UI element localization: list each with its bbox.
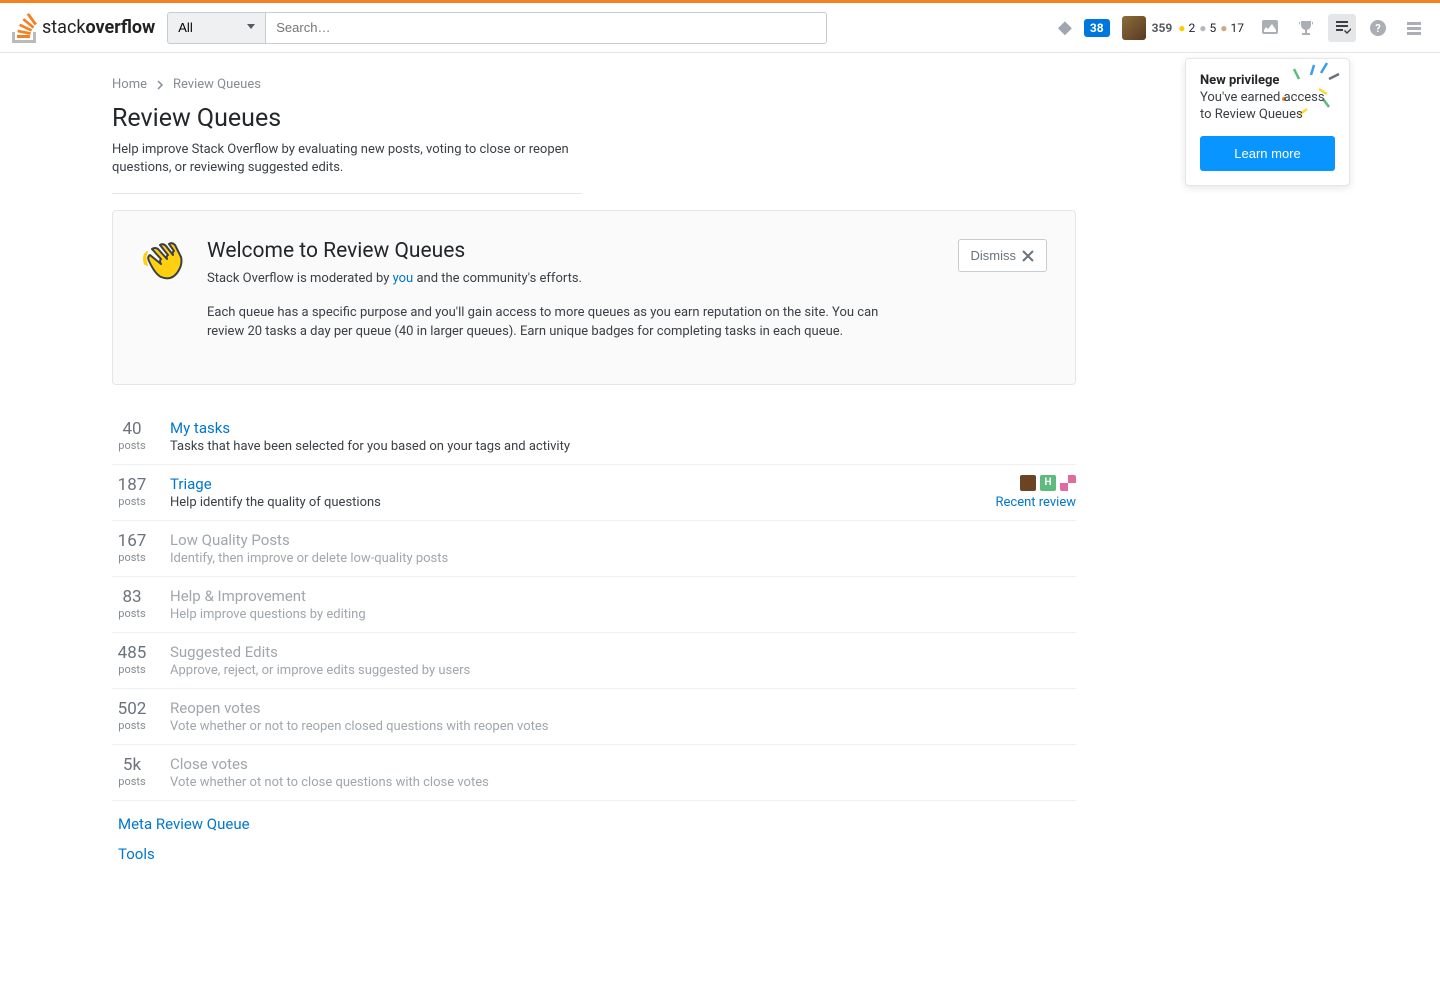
queue-desc: Vote whether ot not to close questions w… (170, 775, 1076, 790)
queue-count: 485 (112, 643, 152, 663)
queue-title[interactable]: Triage (170, 475, 978, 493)
recent-review-link[interactable]: Recent review (996, 495, 1076, 510)
queue-title: Suggested Edits (170, 643, 1076, 661)
dismiss-button[interactable]: Dismiss (958, 239, 1048, 272)
queue-row: 83 posts Help & Improvement Help improve… (112, 577, 1076, 633)
queue-title: Help & Improvement (170, 587, 1076, 605)
inbox-icon[interactable] (1256, 14, 1284, 42)
breadcrumb-current: Review Queues (173, 77, 261, 92)
queue-list: 40 posts My tasks Tasks that have been s… (112, 409, 1076, 801)
review-icon[interactable] (1328, 14, 1356, 42)
queue-desc: Help identify the quality of questions (170, 495, 978, 510)
diamond-icon[interactable]: ◆ (1058, 17, 1072, 38)
popup-title: New privilege (1200, 73, 1335, 88)
queue-count: 5k (112, 755, 152, 775)
queue-count: 502 (112, 699, 152, 719)
queue-row[interactable]: 187 posts Triage Help identify the quali… (112, 465, 1076, 521)
learn-more-button[interactable]: Learn more (1200, 136, 1335, 171)
queue-row[interactable]: 40 posts My tasks Tasks that have been s… (112, 409, 1076, 465)
welcome-box: Welcome to Review Queues Stack Overflow … (112, 210, 1076, 385)
page-title: Review Queues (112, 104, 1076, 133)
search-input[interactable] (265, 12, 827, 44)
welcome-intro: Stack Overflow is moderated by you and t… (207, 269, 887, 289)
profile-link[interactable]: 359 ● 2 ● 5 ● 17 (1122, 16, 1244, 40)
queue-desc: Vote whether or not to reopen closed que… (170, 719, 1076, 734)
stackoverflow-icon (12, 13, 38, 43)
tools-link[interactable]: Tools (118, 839, 1076, 869)
queue-title[interactable]: My tasks (170, 419, 1076, 437)
welcome-body: Each queue has a specific purpose and yo… (207, 303, 887, 342)
reputation: 359 (1152, 21, 1173, 35)
queue-title: Reopen votes (170, 699, 1076, 717)
menu-icon[interactable] (1400, 14, 1428, 42)
queue-row: 167 posts Low Quality Posts Identify, th… (112, 521, 1076, 577)
queue-desc: Help improve questions by editing (170, 607, 1076, 622)
queue-count: 187 (112, 475, 152, 495)
queue-row: 485 posts Suggested Edits Approve, rejec… (112, 633, 1076, 689)
search-wrap: All (167, 12, 827, 44)
breadcrumb-home[interactable]: Home (112, 77, 147, 92)
close-icon (1022, 250, 1034, 262)
queue-count: 40 (112, 419, 152, 439)
breadcrumb: Home Review Queues (112, 77, 1076, 92)
queue-row: 5k posts Close votes Vote whether ot not… (112, 745, 1076, 801)
avatar (1122, 16, 1146, 40)
notification-badge[interactable]: 38 (1084, 19, 1110, 37)
search-filter-select[interactable]: All (167, 12, 265, 44)
queue-row: 502 posts Reopen votes Vote whether or n… (112, 689, 1076, 745)
queue-count: 167 (112, 531, 152, 551)
you-link[interactable]: you (393, 271, 414, 286)
popup-body: You've earned access to Review Queues (1200, 90, 1335, 124)
wave-icon (141, 239, 185, 283)
privilege-popup: New privilege You've earned access to Re… (1185, 58, 1350, 186)
recent-reviewers: H (996, 475, 1076, 491)
meta-review-link[interactable]: Meta Review Queue (118, 809, 1076, 839)
welcome-title: Welcome to Review Queues (207, 239, 936, 263)
topbar: stackoverflow All ◆ 38 359 ● 2 ● 5 ● 17 … (0, 3, 1440, 53)
page-subtitle: Help improve Stack Overflow by evaluatin… (112, 141, 582, 194)
queue-desc: Tasks that have been selected for you ba… (170, 439, 1076, 454)
queue-desc: Identify, then improve or delete low-qua… (170, 551, 1076, 566)
logo[interactable]: stackoverflow (12, 13, 155, 43)
help-icon[interactable]: ? (1364, 14, 1392, 42)
queue-desc: Approve, reject, or improve edits sugges… (170, 663, 1076, 678)
svg-text:?: ? (1375, 22, 1381, 35)
queue-title: Close votes (170, 755, 1076, 773)
achievements-icon[interactable] (1292, 14, 1320, 42)
queue-count: 83 (112, 587, 152, 607)
queue-title: Low Quality Posts (170, 531, 1076, 549)
chevron-right-icon (155, 80, 165, 90)
